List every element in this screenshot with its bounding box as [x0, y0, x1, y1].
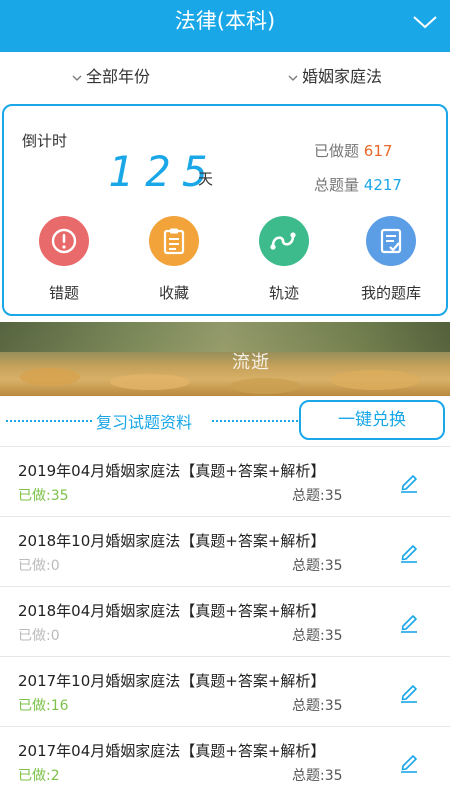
- paper-title: 2019年04月婚姻家庭法【真题+答案+解析】: [18, 462, 326, 480]
- total-count: 总题:35: [292, 558, 343, 574]
- section-title: 复习试题资料: [96, 413, 193, 432]
- list-item[interactable]: 2017年10月婚姻家庭法【真题+答案+解析】 已做:16 总题:35: [0, 656, 450, 726]
- exclamation-icon: [39, 216, 89, 266]
- page-title: 法律(本科): [174, 9, 276, 33]
- total-count: 总题:35: [292, 698, 343, 714]
- divider: [6, 420, 92, 422]
- edit-icon[interactable]: [398, 611, 420, 633]
- shortcut-track[interactable]: 轨迹: [244, 216, 324, 303]
- shortcut-bar: 错题 收藏 轨迹 我的题库: [4, 216, 446, 312]
- filter-bar: 全部年份 婚姻家庭法: [0, 52, 450, 102]
- edit-icon[interactable]: [398, 751, 420, 773]
- banner-background: [0, 322, 450, 352]
- divider: [212, 420, 298, 422]
- shortcut-label: 轨迹: [268, 284, 299, 302]
- app-header: 法律(本科): [0, 0, 450, 52]
- promo-banner[interactable]: 流逝: [0, 322, 450, 396]
- leaf-decoration: [110, 374, 190, 390]
- edit-icon[interactable]: [398, 681, 420, 703]
- leaf-decoration: [330, 370, 420, 390]
- done-count: 已做:0: [18, 558, 60, 574]
- total-count: 总题:35: [292, 488, 343, 504]
- shortcut-label: 收藏: [158, 284, 189, 302]
- total-value: 4217: [363, 176, 402, 194]
- list-item[interactable]: 2018年04月婚姻家庭法【真题+答案+解析】 已做:0 总题:35: [0, 586, 450, 656]
- done-count: 已做:0: [18, 628, 60, 644]
- paper-list: 2019年04月婚姻家庭法【真题+答案+解析】 已做:35 总题:35 2018…: [0, 446, 450, 796]
- track-icon: [259, 216, 309, 266]
- done-value: 617: [363, 142, 393, 160]
- year-filter-label: 全部年份: [86, 67, 151, 86]
- countdown-unit: 天: [198, 170, 214, 188]
- caret-down-icon: [288, 75, 298, 81]
- paper-title: 2018年10月婚姻家庭法【真题+答案+解析】: [18, 532, 326, 550]
- total-label: 总题量: [314, 176, 360, 194]
- done-count: 已做:35: [18, 488, 69, 504]
- shortcut-my-bank[interactable]: 我的题库: [351, 216, 431, 303]
- done-count: 已做:2: [18, 768, 60, 784]
- paper-title: 2017年10月婚姻家庭法【真题+答案+解析】: [18, 672, 326, 690]
- shortcut-label: 错题: [48, 284, 79, 302]
- paper-title: 2017年04月婚姻家庭法【真题+答案+解析】: [18, 742, 326, 760]
- total-stat: 总题量 4217: [314, 174, 402, 195]
- shortcut-wrong-questions[interactable]: 错题: [24, 216, 104, 303]
- edit-icon[interactable]: [398, 541, 420, 563]
- chevron-down-icon[interactable]: [412, 12, 438, 32]
- shortcut-label: 我的题库: [360, 284, 421, 302]
- subject-filter[interactable]: 婚姻家庭法: [288, 66, 382, 88]
- list-item[interactable]: 2018年10月婚姻家庭法【真题+答案+解析】 已做:0 总题:35: [0, 516, 450, 586]
- done-label: 已做题: [314, 142, 360, 160]
- list-item[interactable]: 2019年04月婚姻家庭法【真题+答案+解析】 已做:35 总题:35: [0, 446, 450, 516]
- total-count: 总题:35: [292, 628, 343, 644]
- clipboard-icon: [149, 216, 199, 266]
- edit-icon[interactable]: [398, 471, 420, 493]
- total-count: 总题:35: [292, 768, 343, 784]
- countdown-label: 倒计时: [22, 132, 68, 150]
- review-section-header: 复习试题资料 一键兑换: [0, 398, 450, 446]
- subject-filter-label: 婚姻家庭法: [302, 67, 383, 86]
- list-item[interactable]: 2017年04月婚姻家庭法【真题+答案+解析】 已做:2 总题:35: [0, 726, 450, 796]
- summary-card: 倒计时 125 天 已做题 617 总题量 4217 错题 收藏 轨迹 我的题库: [2, 104, 448, 316]
- year-filter[interactable]: 全部年份: [72, 66, 150, 88]
- leaf-decoration: [230, 378, 300, 394]
- done-stat: 已做题 617: [314, 140, 392, 161]
- paper-title: 2018年04月婚姻家庭法【真题+答案+解析】: [18, 602, 326, 620]
- exchange-button[interactable]: 一键兑换: [299, 400, 445, 440]
- banner-text: 流逝: [232, 352, 270, 373]
- question-bank-icon: [366, 216, 416, 266]
- caret-down-icon: [72, 75, 82, 81]
- shortcut-favorites[interactable]: 收藏: [134, 216, 214, 303]
- leaf-decoration: [20, 368, 80, 386]
- done-count: 已做:16: [18, 698, 69, 714]
